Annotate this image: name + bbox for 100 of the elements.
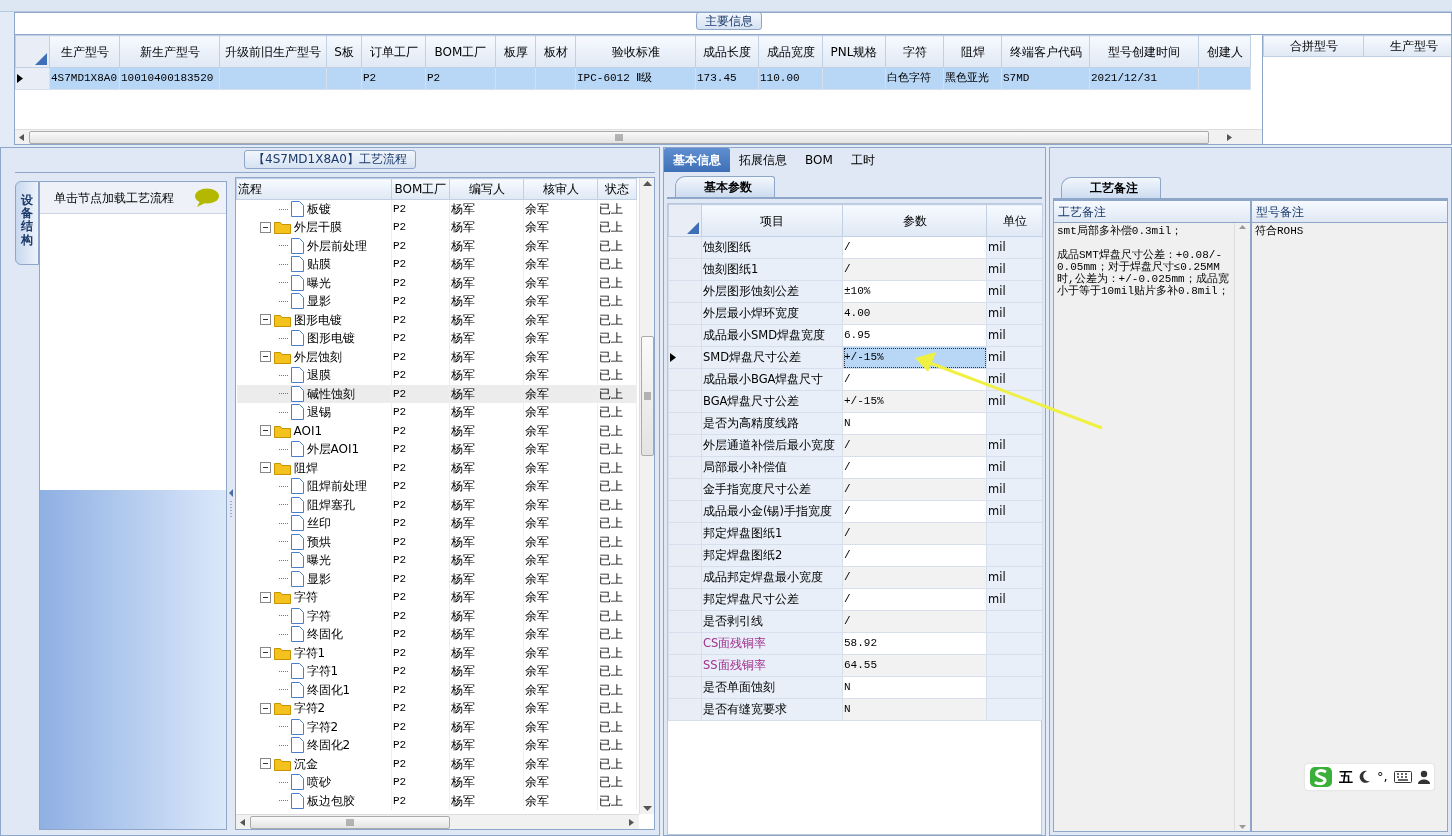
column-header[interactable]: 生产型号 — [49, 35, 120, 68]
column-header[interactable]: 成品长度 — [695, 35, 759, 68]
tab[interactable]: 工时 — [841, 148, 884, 172]
tree-item[interactable]: 沉金 — [293, 754, 318, 773]
tab[interactable]: 拓展信息 — [730, 148, 796, 172]
tree-item[interactable]: 终固化2 — [306, 736, 351, 755]
collapse-icon[interactable] — [259, 314, 271, 326]
collapse-icon[interactable] — [259, 221, 271, 233]
tree-item[interactable]: 图形电镀 — [306, 329, 355, 348]
column-header[interactable]: PNL规格 — [822, 35, 886, 68]
collapse-icon[interactable] — [259, 425, 271, 437]
tree-item[interactable]: 曝光 — [306, 273, 331, 292]
tab[interactable]: 基本信息 — [664, 148, 730, 172]
column-header[interactable]: 板厚 — [495, 35, 536, 68]
tree-item[interactable]: 外层AOI1 — [306, 440, 360, 459]
column-header[interactable]: 型号创建时间 — [1089, 35, 1199, 68]
sub-tab[interactable]: 基本参数 — [675, 176, 775, 197]
moon-icon[interactable] — [1359, 770, 1371, 784]
tree-item[interactable]: 外层蚀刻 — [293, 347, 342, 366]
collapse-icon[interactable] — [259, 462, 271, 474]
column-header[interactable]: 终端客户代码 — [1001, 35, 1090, 68]
user-icon[interactable] — [1417, 770, 1430, 784]
tree-item[interactable]: 字符1 — [306, 662, 339, 681]
tree-item[interactable]: 退膜 — [306, 366, 331, 385]
column-header[interactable]: 单位 — [986, 204, 1043, 237]
column-header[interactable]: 项目 — [701, 204, 843, 237]
grip-icon[interactable] — [346, 818, 354, 826]
model-note-field[interactable]: 符合ROHS — [1252, 223, 1432, 239]
document-icon — [290, 681, 304, 698]
tree-item[interactable]: 贴膜 — [306, 255, 331, 274]
tree-item[interactable]: 字符2 — [306, 717, 339, 736]
tree-item[interactable]: 字符2 — [293, 699, 326, 718]
ime-logo-icon[interactable] — [1309, 766, 1333, 788]
collapse-icon[interactable] — [259, 647, 271, 659]
keyboard-icon[interactable] — [1393, 771, 1412, 783]
document-icon — [290, 256, 304, 273]
scroll-up-icon[interactable] — [641, 178, 653, 188]
collapse-icon[interactable] — [259, 351, 271, 363]
tree-item[interactable]: 终固化1 — [306, 680, 351, 699]
horizontal-scrollbar[interactable] — [236, 814, 639, 829]
process-note-field[interactable]: smt局部多补偿0.3mil； 成品SMT焊盘尺寸公差：+0.08/-0.05mm；对于焊盘尺寸≤0.25MM时,公差为：+/-0.025mm；成品宽小于等于10mil贴片多补0.8mil； — [1054, 223, 1234, 831]
column-header[interactable]: 合拼型号 — [1263, 35, 1364, 57]
column-header[interactable]: 生产型号 — [1363, 35, 1451, 57]
table-cell: 外层最小焊环宽度 — [701, 302, 843, 325]
grip-icon[interactable] — [615, 133, 623, 141]
tree-item[interactable]: 丝印 — [306, 514, 331, 533]
splitter-handle-icon[interactable] — [228, 488, 234, 519]
column-header[interactable]: 订单工厂 — [361, 35, 426, 68]
tree-item[interactable]: 阻焊前处理 — [306, 477, 367, 496]
tree-item[interactable]: 预烘 — [306, 532, 331, 551]
column-header[interactable]: 创建人 — [1198, 35, 1251, 68]
grip-icon[interactable] — [643, 392, 651, 400]
column-header[interactable]: 验收标准 — [575, 35, 696, 68]
column-header[interactable]: 状态 — [597, 178, 637, 200]
folder-icon — [273, 312, 291, 327]
vertical-tab[interactable]: 设备结构 — [15, 181, 39, 265]
column-header[interactable]: 成品宽度 — [758, 35, 823, 68]
column-header[interactable]: 字符 — [885, 35, 944, 68]
column-header[interactable]: BOM工厂 — [425, 35, 496, 68]
scroll-down-icon[interactable] — [641, 804, 653, 814]
sub-tab[interactable]: 工艺备注 — [1061, 177, 1161, 198]
tree-item[interactable]: 图形电镀 — [293, 310, 342, 329]
tree-item[interactable]: AOI1 — [293, 421, 323, 440]
tree-item[interactable]: 阻焊塞孔 — [306, 495, 355, 514]
collapse-icon[interactable] — [259, 591, 271, 603]
horizontal-scrollbar[interactable] — [15, 129, 1262, 144]
column-header[interactable]: 编写人 — [449, 178, 524, 200]
column-header[interactable]: 板材 — [535, 35, 576, 68]
tree-item[interactable]: 显影 — [306, 569, 331, 588]
tree-item[interactable]: 退锡 — [306, 403, 331, 422]
tree-item[interactable]: 曝光 — [306, 551, 331, 570]
tree-item[interactable]: 终固化 — [306, 625, 343, 644]
tree-item[interactable]: 阻焊 — [293, 458, 318, 477]
collapse-icon[interactable] — [259, 702, 271, 714]
collapse-icon[interactable] — [259, 758, 271, 770]
tree-item[interactable]: 板镀 — [306, 200, 331, 218]
table-cell: P2 — [391, 606, 450, 625]
tree-item[interactable]: 字符1 — [293, 643, 326, 662]
column-header[interactable]: 阻焊 — [943, 35, 1002, 68]
tree-item[interactable]: 字符 — [306, 606, 331, 625]
column-header[interactable]: BOM工厂 — [391, 178, 450, 200]
column-header[interactable]: 流程 — [236, 178, 392, 200]
column-header[interactable]: 参数 — [842, 204, 987, 237]
tree-item[interactable]: 喷砂 — [306, 773, 331, 792]
input-mode-text[interactable]: 五 — [1339, 766, 1353, 788]
tree-item[interactable]: 板边包胶 — [306, 791, 355, 810]
tree-item[interactable]: 外层前处理 — [306, 236, 367, 255]
punctuation-mode-text[interactable]: °, — [1377, 767, 1388, 787]
document-icon — [290, 533, 304, 550]
table-cell: 杨军 — [449, 458, 524, 477]
column-header[interactable]: 核审人 — [523, 178, 598, 200]
tree-item[interactable]: 字符 — [293, 588, 318, 607]
tab[interactable]: BOM — [796, 148, 842, 172]
table-cell: 已上 — [597, 236, 637, 255]
column-header[interactable]: 新生产型号 — [119, 35, 220, 68]
tree-item[interactable]: 显影 — [306, 292, 331, 311]
column-header[interactable]: S板 — [326, 35, 362, 68]
vertical-scrollbar[interactable] — [639, 178, 654, 814]
tree-item[interactable]: 外层干膜 — [293, 218, 342, 237]
column-header[interactable]: 升级前旧生产型号 — [219, 35, 327, 68]
